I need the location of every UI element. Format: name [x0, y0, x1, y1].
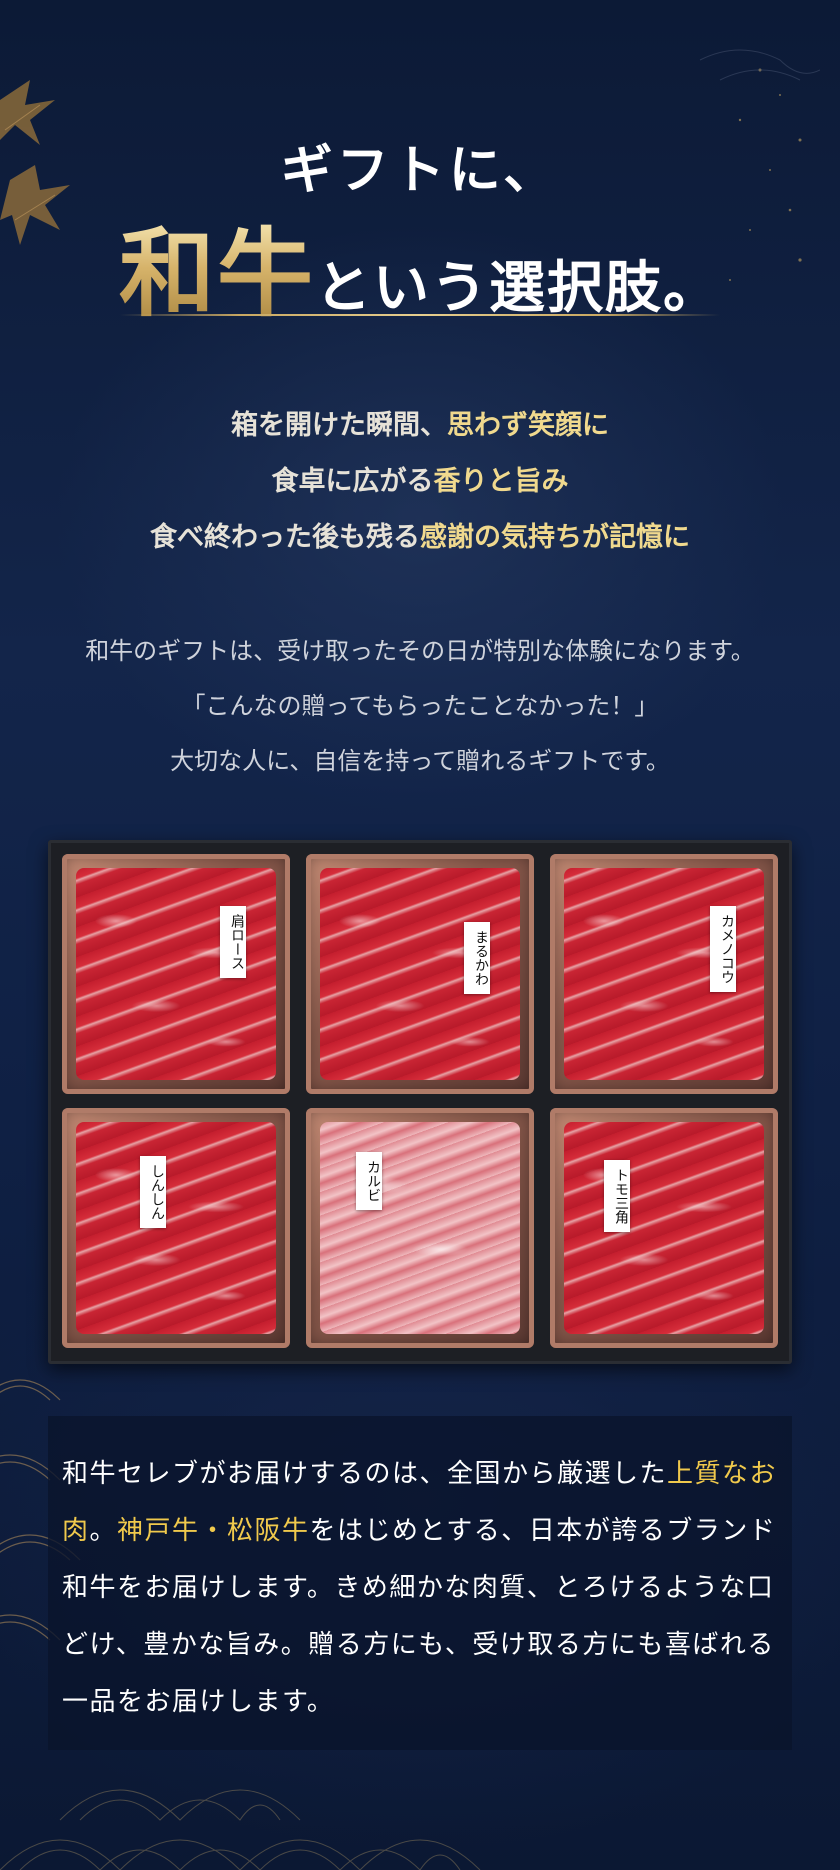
tagline-text: 食べ終わった後も残る: [150, 522, 420, 553]
description-highlight: 神戸牛・松阪牛: [117, 1516, 310, 1546]
hero-title-rest: という選択肢。: [315, 255, 721, 321]
tagline-highlight: 感謝の気持ちが記憶に: [420, 522, 690, 553]
description-text: 和牛セレブがお届けするのは、全国から厳選した上質なお肉。神戸牛・松阪牛をはじめと…: [62, 1446, 782, 1731]
tagline-highlight: 思わず笑顔に: [447, 410, 609, 441]
meat-tray: カメノコウ: [550, 854, 778, 1094]
cut-label: しんしん: [140, 1156, 166, 1228]
seigaiha-wave-pattern: [0, 1789, 481, 1870]
meat-tray: カルビ: [306, 1108, 534, 1348]
tagline: 食べ終わった後も残る感謝の気持ちが記憶に: [0, 510, 840, 566]
intro-line: 大切な人に、自信を持って贈れるギフトです。: [170, 747, 670, 775]
wagyu-gift-box-image: 肩ロース まるかわ カメノコウ しんしん カルビ トモ三角: [48, 840, 792, 1364]
meat-tray: しんしん: [62, 1108, 290, 1348]
tagline: 箱を開けた瞬間、思わず笑顔に: [0, 398, 840, 454]
hero-divider: [120, 314, 720, 316]
meat-tray: まるかわ: [306, 854, 534, 1094]
meat-cut: [76, 1122, 276, 1334]
cut-label: まるかわ: [464, 922, 490, 994]
meat-tray: トモ三角: [550, 1108, 778, 1348]
meat-cut: [320, 1122, 520, 1334]
tagline-highlight: 香りと旨み: [433, 466, 569, 497]
cut-label: カメノコウ: [710, 906, 736, 992]
cut-label: トモ三角: [604, 1160, 630, 1232]
tagline-text: 食卓に広がる: [271, 466, 434, 497]
intro-text: 和牛のギフトは、受け取ったその日が特別な体験になります。 「こんなの贈ってもらっ…: [0, 624, 840, 789]
tagline-text: 箱を開けた瞬間、: [231, 410, 447, 441]
tagline: 食卓に広がる香りと旨み: [0, 454, 840, 510]
description-segment: 。: [89, 1516, 118, 1546]
meat-cut: [320, 868, 520, 1080]
meat-tray: 肩ロース: [62, 854, 290, 1094]
intro-line: 「こんなの贈ってもらったことなかった！」: [181, 692, 659, 720]
hero-title-line1: ギフトに、: [280, 140, 560, 201]
taglines: 箱を開けた瞬間、思わず笑顔に 食卓に広がる香りと旨み 食べ終わった後も残る感謝の…: [0, 398, 840, 566]
meat-cut: [76, 868, 276, 1080]
intro-line: 和牛のギフトは、受け取ったその日が特別な体験になります。: [85, 637, 755, 665]
description-segment: 和牛セレブがお届けするのは、全国から厳選した: [62, 1459, 668, 1489]
cut-label: カルビ: [356, 1152, 382, 1210]
meat-cut: [564, 1122, 764, 1334]
description-segment: をはじめとする、日本が誇るブランド和牛をお届けします。きめ細かな肉質、とろけるよ…: [62, 1516, 777, 1717]
cut-label: 肩ロース: [220, 906, 246, 978]
